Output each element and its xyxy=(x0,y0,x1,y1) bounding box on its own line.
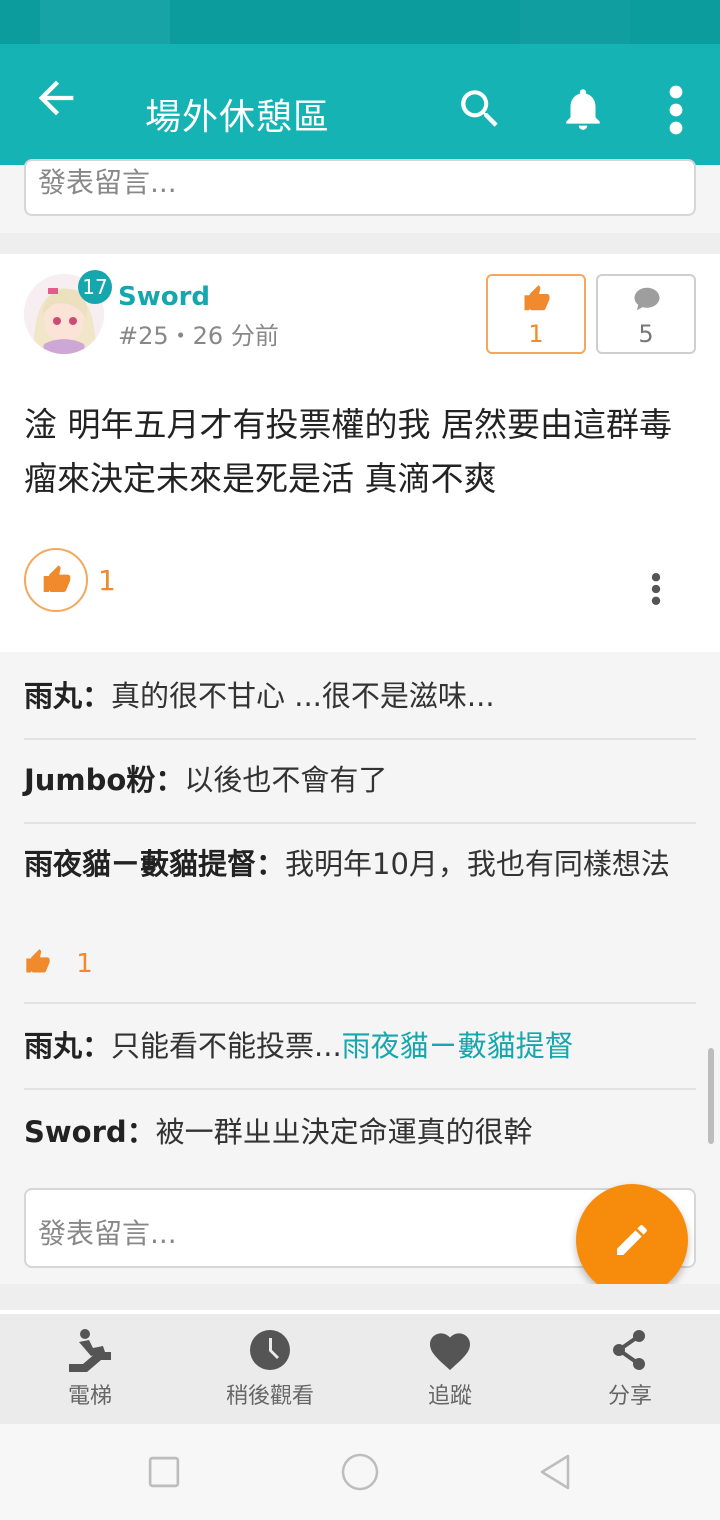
reply-text: 真的很不甘心 ...很不是滋味... xyxy=(111,679,495,713)
reply-gp[interactable]: 1 xyxy=(24,948,93,979)
home-icon[interactable] xyxy=(340,1452,380,1492)
reply-author[interactable]: Sword： xyxy=(24,1115,156,1149)
back-triangle-icon[interactable] xyxy=(538,1454,572,1490)
more-vert-icon[interactable] xyxy=(656,84,696,136)
comment-icon xyxy=(634,287,660,311)
post-content: 淦 明年五月才有投票權的我 居然要由這群毒瘤來決定未來是死是活 真滴不爽 xyxy=(24,405,672,498)
page-title: 場外休憩區 xyxy=(145,97,331,138)
post-author[interactable]: Sword xyxy=(118,282,210,312)
back-arrow-icon[interactable] xyxy=(30,72,82,124)
post-card: 17 Sword #25・26 分前 1 5 淦 明年五月才有投票權的我 居然要… xyxy=(0,254,720,652)
reply-author[interactable]: 雨丸： xyxy=(24,1029,111,1063)
reply-text: 被一群ㄓㄓ決定命運真的很幹 xyxy=(155,1115,533,1149)
thumb-up-icon xyxy=(524,285,550,311)
list-item: Sword：被一群ㄓㄓ決定命運真的很幹 xyxy=(24,1106,696,1158)
comment-input[interactable]: 發表留言... xyxy=(24,159,696,216)
heart-icon xyxy=(430,1333,470,1370)
nav-label: 分享 xyxy=(607,1384,652,1409)
level-badge: 17 xyxy=(78,270,112,304)
recent-apps-icon[interactable] xyxy=(148,1456,180,1488)
pencil-icon xyxy=(617,1225,647,1255)
escalator-icon xyxy=(69,1329,111,1372)
list-item: 雨夜貓ㄧ藪貓提督：我明年10月，我也有同樣想法 xyxy=(24,838,696,890)
list-item: 雨丸：只能看不能投票...雨夜貓ㄧ藪貓提督 xyxy=(24,1020,696,1072)
nav-follow[interactable]: 追蹤 xyxy=(360,1314,540,1424)
nav-label: 追蹤 xyxy=(427,1384,472,1409)
status-bar xyxy=(0,0,720,44)
reply-gp-count: 1 xyxy=(76,949,93,979)
thumb-up-icon xyxy=(43,565,71,592)
bottom-nav: 電梯 稍後觀看 追蹤 分享 xyxy=(0,1314,720,1424)
divider xyxy=(24,738,696,740)
more-vert-icon[interactable] xyxy=(648,572,664,606)
thumb-up-icon xyxy=(26,949,50,973)
gp-button[interactable]: 1 xyxy=(486,274,586,354)
gp-count: 1 xyxy=(528,320,544,348)
reply-button[interactable]: 5 xyxy=(596,274,696,354)
divider xyxy=(24,822,696,824)
mention-link[interactable]: 雨夜貓ㄧ藪貓提督 xyxy=(342,1029,574,1063)
nav-escalator[interactable]: 電梯 xyxy=(0,1314,180,1424)
divider xyxy=(24,1002,696,1004)
search-icon[interactable] xyxy=(455,84,505,134)
like-button[interactable] xyxy=(24,548,88,612)
reply-text: 以後也不會有了 xyxy=(184,763,388,797)
reply-author[interactable]: 雨夜貓ㄧ藪貓提督： xyxy=(24,847,285,881)
share-icon xyxy=(613,1330,645,1370)
reply-author[interactable]: 雨丸： xyxy=(24,679,111,713)
reply-author[interactable]: Jumbo粉： xyxy=(24,763,184,797)
app-bar: 場外休憩區 xyxy=(0,44,720,165)
nav-watch-later[interactable]: 稍後觀看 xyxy=(180,1314,360,1424)
reply-text: 我明年10月，我也有同樣想法 xyxy=(285,847,670,881)
nav-label: 稍後觀看 xyxy=(225,1384,314,1409)
divider xyxy=(24,1088,696,1090)
system-nav-bar xyxy=(0,1424,720,1520)
bell-icon[interactable] xyxy=(558,82,608,136)
compose-button[interactable] xyxy=(576,1184,688,1296)
post-meta: #25・26 分前 xyxy=(118,322,279,350)
top-comment-area: 發表留言... xyxy=(0,159,720,233)
list-item: 雨丸：真的很不甘心 ...很不是滋味... xyxy=(24,670,696,722)
list-item: Jumbo粉：以後也不會有了 xyxy=(24,754,696,806)
nav-share[interactable]: 分享 xyxy=(540,1314,720,1424)
reply-text: 只能看不能投票... xyxy=(111,1029,342,1063)
scrollbar[interactable] xyxy=(708,1048,714,1144)
clock-icon xyxy=(250,1330,290,1370)
nav-label: 電梯 xyxy=(67,1384,112,1409)
like-count: 1 xyxy=(98,564,116,597)
reply-count: 5 xyxy=(638,320,654,348)
